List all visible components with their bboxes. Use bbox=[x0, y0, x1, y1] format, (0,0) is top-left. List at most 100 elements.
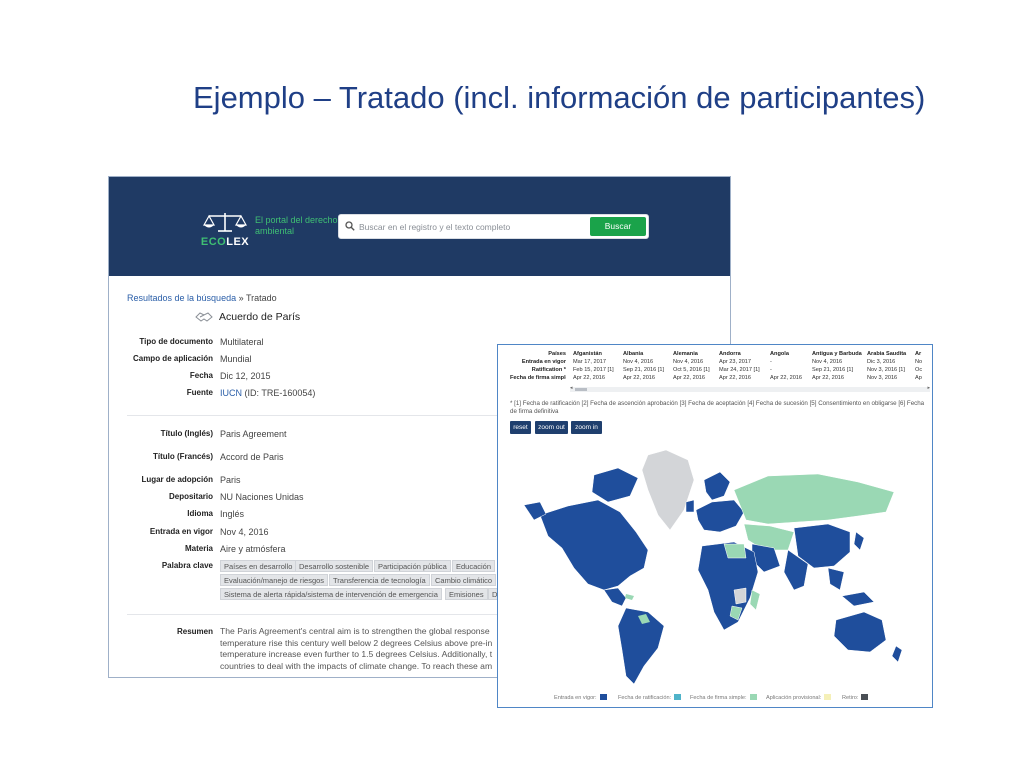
tagline: El portal del derecho ambiental bbox=[255, 215, 338, 236]
keyword-tag[interactable]: Educación bbox=[452, 560, 496, 572]
participants-table: Países Afganistán Albania Alemania Andor… bbox=[510, 349, 930, 393]
table-cell: Apr 23, 2017 bbox=[719, 359, 752, 365]
value-scope: Mundial bbox=[220, 354, 252, 364]
breadcrumb: Resultados de la búsqueda » Tratado bbox=[127, 293, 277, 303]
africa[interactable] bbox=[697, 541, 761, 631]
value-depositary: NU Naciones Unidas bbox=[220, 492, 304, 502]
scales-icon bbox=[203, 213, 247, 232]
table-cell: Apr 22, 2016 bbox=[770, 375, 803, 381]
table-cell: Apr 22, 2016 bbox=[573, 375, 606, 381]
legend-label: Entrada en vigor: bbox=[554, 695, 597, 701]
table-cell: - bbox=[770, 367, 772, 373]
zoom-out-button[interactable]: zoom out bbox=[535, 421, 568, 434]
table-cell: Nov 4, 2016 bbox=[812, 359, 843, 365]
table-cell: Apr 22, 2016 bbox=[719, 375, 752, 381]
keyword-tag[interactable]: Desarrollo sostenible bbox=[295, 560, 374, 572]
country-header: Alemania bbox=[673, 351, 698, 357]
keyword-tag[interactable]: Emisiones bbox=[445, 588, 488, 600]
scroll-left-icon[interactable]: ◂ bbox=[570, 385, 573, 391]
label-language: Idioma bbox=[187, 509, 213, 518]
logo-eco: ECO bbox=[200, 236, 227, 248]
table-cell: Mar 24, 2017 [1] bbox=[719, 367, 760, 373]
search-icon bbox=[345, 221, 355, 231]
table-cell: Oc bbox=[915, 367, 923, 373]
table-cell: Mar 17, 2017 bbox=[573, 359, 606, 365]
label-keywords: Palabra clave bbox=[161, 561, 213, 570]
value-document-type: Multilateral bbox=[220, 337, 264, 347]
world-map[interactable] bbox=[498, 440, 933, 690]
search-input[interactable]: Buscar en el registro y el texto complet… bbox=[338, 214, 649, 239]
scrollbar-thumb[interactable] bbox=[575, 388, 587, 391]
row-label: Países bbox=[548, 351, 566, 357]
row-label: Ratification * bbox=[531, 367, 566, 373]
breadcrumb-results-link[interactable]: Resultados de la búsqueda bbox=[127, 293, 236, 303]
value-date: Dic 12, 2015 bbox=[220, 371, 271, 381]
keyword-tag[interactable]: Sistema de alerta rápida/sistema de inte… bbox=[220, 588, 442, 600]
keyword-tag[interactable]: Participación pública bbox=[374, 560, 451, 572]
handshake-icon bbox=[195, 312, 213, 322]
label-document-type: Tipo de documento bbox=[139, 337, 213, 346]
table-cell: Sep 21, 2016 [1] bbox=[623, 367, 665, 373]
label-depositary: Depositario bbox=[168, 492, 213, 501]
table-cell: - bbox=[770, 359, 772, 365]
legend-swatch bbox=[674, 694, 682, 700]
breadcrumb-current: Tratado bbox=[245, 293, 277, 303]
legend-item: Aplicación provisional: bbox=[766, 694, 832, 701]
table-cell: Apr 22, 2016 bbox=[673, 375, 706, 381]
row-label: Entrada en vigor bbox=[521, 359, 566, 365]
keyword-tag[interactable]: Transferencia de tecnología bbox=[329, 574, 430, 586]
table-cell: No bbox=[915, 359, 923, 365]
footnote: * [1] Fecha de ratificación [2] Fecha de… bbox=[510, 400, 925, 415]
legend-item: Entrada en vigor: bbox=[554, 694, 607, 701]
label-date: Fecha bbox=[189, 371, 213, 380]
zoom-in-button[interactable]: zoom in bbox=[571, 421, 602, 434]
value-entry-into-force: Nov 4, 2016 bbox=[220, 527, 269, 537]
label-scope: Campo de aplicación bbox=[132, 354, 213, 363]
legend-swatch bbox=[599, 694, 607, 700]
label-title-french: Título (Francés) bbox=[152, 452, 213, 461]
row-label: Fecha de firma simple bbox=[510, 375, 566, 381]
source-id: (ID: TRE-160054) bbox=[244, 388, 316, 398]
label-place-of-adoption: Lugar de adopción bbox=[141, 475, 213, 484]
value-language: Inglés bbox=[220, 509, 245, 519]
value-source: IUCN (ID: TRE-160054) bbox=[220, 388, 315, 398]
greenland[interactable] bbox=[641, 449, 695, 531]
north-america[interactable] bbox=[523, 467, 649, 607]
value-title-english: Paris Agreement bbox=[220, 429, 287, 439]
label-summary: Resumen bbox=[176, 627, 213, 636]
keyword-tag[interactable]: Evaluación/manejo de riesgos bbox=[220, 574, 329, 586]
search-button[interactable]: Buscar bbox=[590, 217, 646, 236]
legend-item: Retiro: bbox=[842, 694, 869, 701]
table-cell: Nov 3, 2016 [1] bbox=[867, 367, 905, 373]
keyword-tag[interactable]: Países en desarrollo bbox=[220, 560, 297, 572]
ecolex-logo[interactable]: ECOLEX bbox=[199, 211, 251, 251]
legend-item: Fecha de ratificación: bbox=[618, 694, 682, 701]
keyword-tag[interactable]: Cambio climático bbox=[431, 574, 497, 586]
label-subject: Materia bbox=[184, 544, 213, 553]
legend-label: Fecha de ratificación: bbox=[618, 695, 672, 701]
legend-label: Retiro: bbox=[842, 695, 859, 701]
country-header: Ar bbox=[915, 351, 922, 357]
oceania[interactable] bbox=[833, 591, 903, 663]
country-header: Albania bbox=[623, 351, 644, 357]
south-america[interactable] bbox=[617, 607, 665, 685]
scroll-right-icon[interactable]: ▸ bbox=[927, 385, 930, 391]
europe[interactable] bbox=[685, 471, 745, 533]
table-cell: Dic 3, 2016 bbox=[867, 359, 896, 365]
legend-swatch bbox=[824, 694, 832, 700]
value-place-of-adoption: Paris bbox=[220, 475, 241, 485]
value-subject: Aire y atmósfera bbox=[220, 544, 286, 554]
reset-button[interactable]: reset bbox=[510, 421, 531, 434]
table-cell: Oct 5, 2016 [1] bbox=[673, 367, 710, 373]
legend-label: Fecha de firma simple: bbox=[690, 695, 747, 701]
legend-label: Aplicación provisional: bbox=[766, 695, 822, 701]
table-cell: Feb 15, 2017 [1] bbox=[573, 367, 614, 373]
source-link[interactable]: IUCN bbox=[220, 388, 242, 398]
table-scrollbar[interactable]: ◂ ▸ bbox=[570, 385, 930, 392]
slide-title: Ejemplo – Tratado (incl. información de … bbox=[193, 80, 926, 115]
table-cell: Apr 22, 2016 bbox=[623, 375, 656, 381]
search-placeholder: Buscar en el registro y el texto complet… bbox=[359, 222, 511, 232]
table-cell: Nov 4, 2016 bbox=[623, 359, 654, 365]
label-entry-into-force: Entrada en vigor bbox=[149, 527, 213, 536]
table-cell: Ap bbox=[915, 375, 922, 381]
